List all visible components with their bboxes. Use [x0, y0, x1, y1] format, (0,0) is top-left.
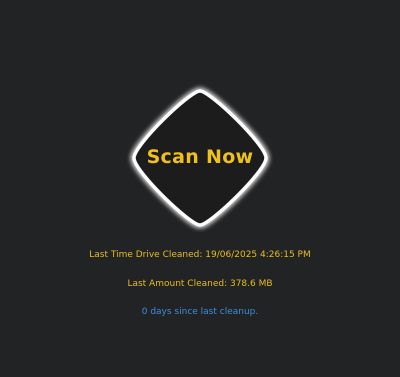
scan-now-button[interactable]: Scan Now	[126, 85, 274, 231]
last-amount-cleaned-text: Last Amount Cleaned: 378.6 MB	[127, 279, 273, 289]
days-since-cleanup-text: 0 days since last cleanup.	[141, 307, 259, 317]
last-time-cleaned-text: Last Time Drive Cleaned: 19/06/2025 4:26…	[89, 250, 311, 260]
scan-now-label: Scan Now	[146, 146, 254, 168]
app-window: Scan Now Last Time Drive Cleaned: 19/06/…	[0, 0, 400, 377]
